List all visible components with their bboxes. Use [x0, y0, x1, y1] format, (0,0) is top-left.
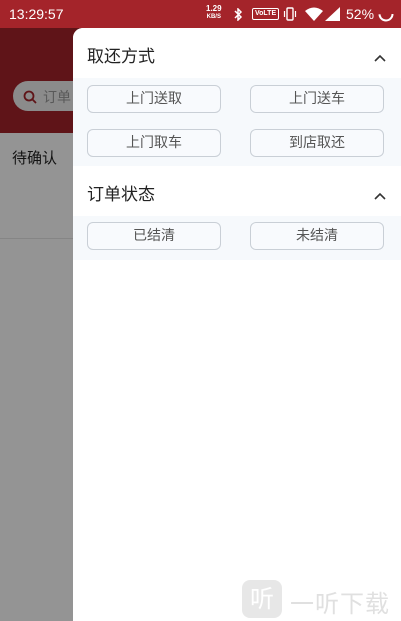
option-door-delivery[interactable]: 上门送车: [250, 85, 384, 113]
chevron-up-icon[interactable]: [374, 47, 386, 66]
vibrate-icon: [283, 7, 297, 26]
chevron-up-icon[interactable]: [374, 185, 386, 204]
watermark-text: 一听下载: [290, 590, 390, 618]
section-header-order-status[interactable]: 订单状态: [73, 166, 401, 216]
options-pickup-return: 上门送取 上门送车 上门取车 到店取还: [73, 78, 401, 166]
battery-percent: 52%: [346, 6, 375, 22]
section-title-order-status: 订单状态: [87, 185, 155, 205]
wifi-icon: [305, 7, 323, 26]
network-speed: 1.29 KB/S: [206, 5, 222, 21]
option-door-pickup[interactable]: 上门取车: [87, 129, 221, 157]
status-bar: 13:29:57 1.29 KB/S VoLTE 52%: [0, 0, 401, 28]
section-title-pickup-return: 取还方式: [87, 47, 155, 67]
option-settled[interactable]: 已结清: [87, 222, 221, 250]
volte-badge: VoLTE: [252, 8, 280, 20]
options-order-status: 已结清 未结清: [73, 216, 401, 260]
battery-icon: [378, 6, 394, 27]
signal-icon: [325, 7, 340, 26]
status-time: 13:29:57: [9, 6, 64, 22]
section-header-pickup-return[interactable]: 取还方式: [73, 28, 401, 78]
watermark-logo-icon: 听: [242, 580, 282, 618]
filter-drawer: 取还方式 上门送取 上门送车 上门取车 到店取还 订单状态 已结清 未结清: [73, 28, 401, 621]
bluetooth-icon: [233, 7, 243, 26]
network-speed-unit: KB/S: [206, 14, 221, 20]
option-unsettled[interactable]: 未结清: [250, 222, 384, 250]
network-speed-value: 1.29: [206, 4, 222, 13]
option-store-pickup-return[interactable]: 到店取还: [250, 129, 384, 157]
option-door-delivery-pickup[interactable]: 上门送取: [87, 85, 221, 113]
watermark: 听 一听下载: [242, 580, 392, 618]
